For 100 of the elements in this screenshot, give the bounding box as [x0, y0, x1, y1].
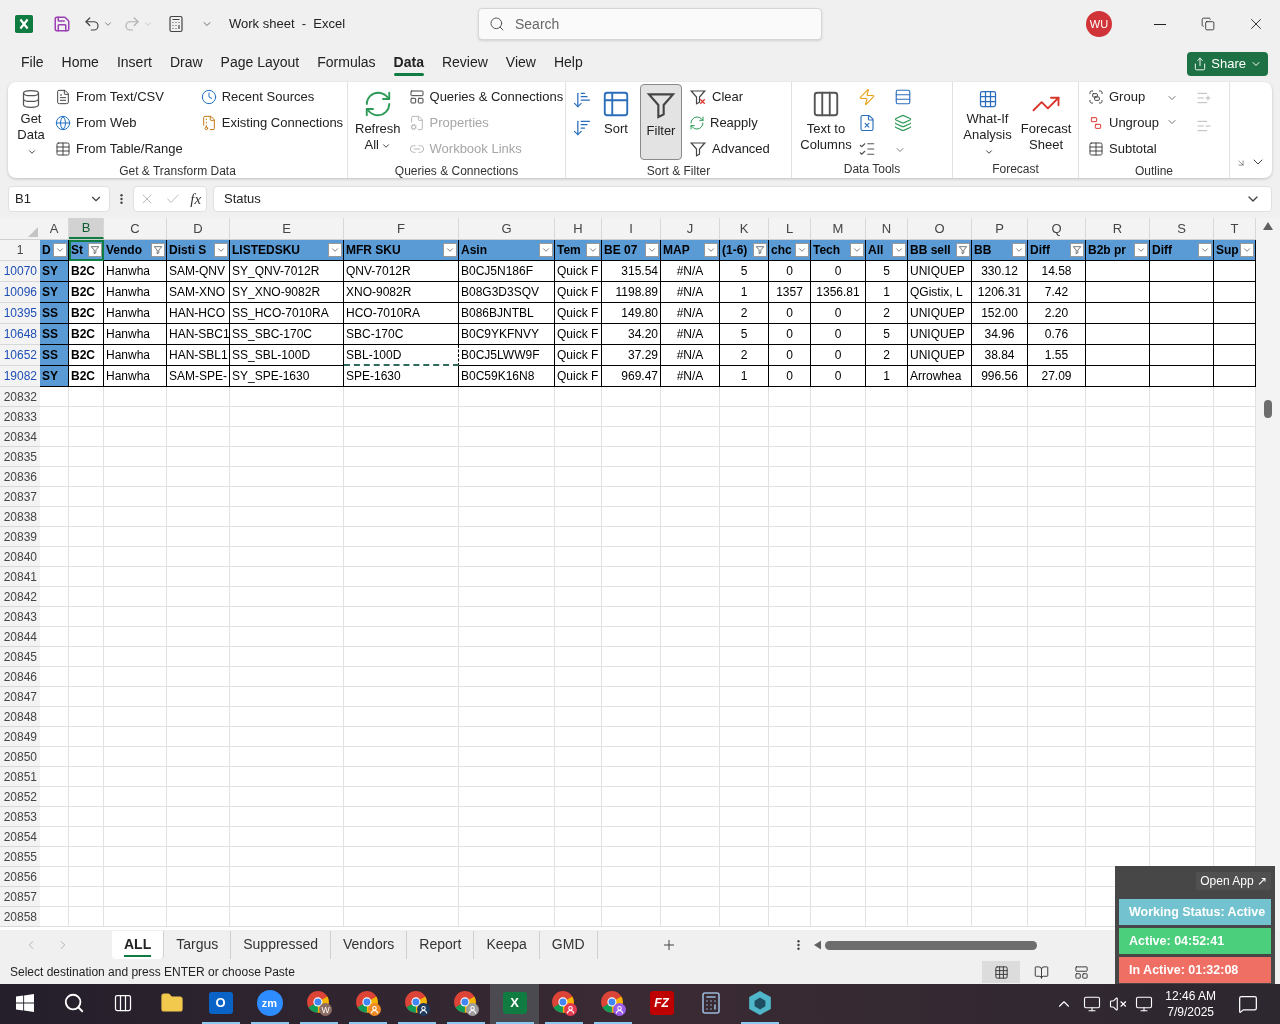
sheet-tab[interactable]: Vendors: [330, 931, 408, 959]
calculator-icon[interactable]: [167, 15, 185, 33]
ribbon-large-button[interactable]: What-If Analysis: [959, 84, 1016, 160]
row-number[interactable]: 20849: [0, 727, 40, 747]
view-button[interactable]: [982, 961, 1020, 983]
column-header[interactable]: F: [344, 218, 459, 239]
filter-dropdown-button[interactable]: [1134, 243, 1148, 257]
filter-dropdown-button[interactable]: [586, 243, 600, 257]
row-number[interactable]: 20854: [0, 827, 40, 847]
ribbon-tab[interactable]: Help: [544, 50, 592, 78]
ribbon-button[interactable]: Advanced: [686, 136, 773, 162]
row-number[interactable]: 20858: [0, 907, 40, 927]
row-number[interactable]: 20839: [0, 527, 40, 547]
column-header[interactable]: L: [769, 218, 811, 239]
ribbon-tab[interactable]: Formulas: [308, 50, 385, 78]
filter-dropdown-button[interactable]: [850, 243, 864, 257]
filter-dropdown-button[interactable]: [704, 243, 718, 257]
ribbon-tab[interactable]: Draw: [160, 50, 212, 78]
filter-dropdown-button[interactable]: [753, 243, 767, 257]
sort-descending-button[interactable]: [572, 118, 592, 138]
ribbon-tab[interactable]: Insert: [107, 50, 161, 78]
ribbon-tab[interactable]: Review: [432, 50, 497, 78]
ribbon-large-button[interactable]: Forecast Sheet: [1020, 84, 1072, 160]
taskbar-button[interactable]: O: [196, 984, 245, 1024]
filter-dropdown-button[interactable]: [88, 243, 102, 257]
insert-function-button[interactable]: fx: [190, 187, 202, 211]
ribbon-tab[interactable]: Data: [384, 50, 433, 78]
taskbar-button[interactable]: X: [490, 984, 539, 1024]
row-number[interactable]: 20846: [0, 667, 40, 687]
column-header[interactable]: G: [459, 218, 555, 239]
row-number[interactable]: 20847: [0, 687, 40, 707]
share-button[interactable]: Share: [1187, 52, 1268, 76]
scrollbar-thumb[interactable]: [1264, 400, 1272, 418]
filter-dropdown-button[interactable]: [443, 243, 457, 257]
row-number[interactable]: 20836: [0, 467, 40, 487]
row-number[interactable]: 10652: [0, 345, 40, 366]
sort-ascending-button[interactable]: [572, 90, 592, 110]
column-header[interactable]: O: [908, 218, 972, 239]
taskbar-button[interactable]: W: [294, 984, 343, 1024]
ribbon-tab[interactable]: View: [496, 50, 545, 78]
filter-dropdown-button[interactable]: [1070, 243, 1084, 257]
column-header[interactable]: I: [602, 218, 661, 239]
ribbon-button[interactable]: From Table/Range: [52, 136, 186, 162]
column-header[interactable]: N: [866, 218, 908, 239]
column-header[interactable]: Q: [1028, 218, 1086, 239]
row-number[interactable]: 20843: [0, 607, 40, 627]
horizontal-scrollbar-thumb[interactable]: [824, 940, 1037, 950]
sheet-tab[interactable]: Suppressed: [231, 931, 331, 959]
row-number[interactable]: 20857: [0, 887, 40, 907]
user-avatar[interactable]: WU: [1086, 11, 1112, 37]
row-number[interactable]: 20838: [0, 507, 40, 527]
row-number[interactable]: 10395: [0, 303, 40, 324]
row-number[interactable]: 10648: [0, 324, 40, 345]
filter-dropdown-button[interactable]: [1198, 243, 1212, 257]
formula-field[interactable]: Status: [213, 186, 1272, 212]
ribbon-large-button[interactable]: Refresh All: [354, 84, 402, 160]
ribbon-button[interactable]: Clear: [686, 84, 773, 110]
column-header[interactable]: J: [661, 218, 720, 239]
ribbon-tab[interactable]: File: [12, 50, 53, 78]
row-number[interactable]: 20845: [0, 647, 40, 667]
sheet-tab[interactable]: GMD: [539, 931, 598, 959]
scroll-up-icon[interactable]: [1263, 222, 1273, 230]
filter-dropdown-button[interactable]: [795, 243, 809, 257]
more-icon[interactable]: [796, 939, 800, 951]
column-header[interactable]: B: [69, 218, 104, 239]
row-number[interactable]: 20853: [0, 807, 40, 827]
row-number[interactable]: 20840: [0, 547, 40, 567]
ribbon-button[interactable]: Group: [1085, 84, 1162, 110]
ribbon-button[interactable]: Queries & Connections: [405, 84, 567, 110]
filter-dropdown-button[interactable]: [1012, 243, 1026, 257]
taskbar-button[interactable]: FZ: [637, 984, 686, 1024]
filter-dropdown-button[interactable]: [1240, 243, 1254, 257]
ribbon-large-button[interactable]: Text to Columns: [798, 84, 854, 160]
row-number[interactable]: 20842: [0, 587, 40, 607]
ribbon-button[interactable]: Existing Connections: [197, 110, 347, 136]
row-number[interactable]: 20850: [0, 747, 40, 767]
row-number[interactable]: 20852: [0, 787, 40, 807]
filter-dropdown-button[interactable]: [956, 243, 970, 257]
filter-dropdown-button[interactable]: [151, 243, 165, 257]
row-number[interactable]: 20835: [0, 447, 40, 467]
name-box[interactable]: B1: [8, 186, 110, 212]
column-header[interactable]: K: [720, 218, 769, 239]
column-header[interactable]: M: [811, 218, 866, 239]
sheet-tab[interactable]: Report: [407, 931, 475, 959]
ribbon-button[interactable]: From Web: [52, 110, 186, 136]
filter-dropdown-button[interactable]: [892, 243, 906, 257]
ribbon-tab[interactable]: Home: [52, 50, 108, 78]
row-number[interactable]: 10096: [0, 282, 40, 303]
scroll-left-icon[interactable]: [813, 940, 821, 950]
more-icon[interactable]: [120, 193, 123, 205]
row-number[interactable]: 20837: [0, 487, 40, 507]
row-number[interactable]: 20844: [0, 627, 40, 647]
row-number[interactable]: 10070: [0, 261, 40, 282]
row-number[interactable]: 20833: [0, 407, 40, 427]
column-header[interactable]: D: [167, 218, 230, 239]
ribbon-large-button[interactable]: Filter: [640, 84, 682, 160]
row-number[interactable]: 20841: [0, 567, 40, 587]
filter-dropdown-button[interactable]: [328, 243, 342, 257]
ribbon-button[interactable]: From Text/CSV: [52, 84, 186, 110]
filter-dropdown-button[interactable]: [539, 243, 553, 257]
